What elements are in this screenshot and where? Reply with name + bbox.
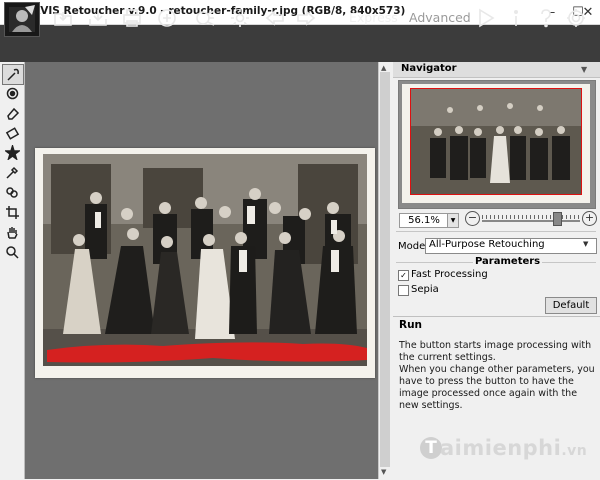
redo-icon[interactable]: [293, 5, 319, 31]
watermark: aimienphi.vn: [440, 436, 587, 460]
settings-icon[interactable]: [227, 5, 253, 31]
eyedropper-icon[interactable]: [2, 163, 22, 182]
crop-icon[interactable]: [2, 203, 22, 222]
share-icon[interactable]: [154, 5, 180, 31]
eraser-icon[interactable]: [2, 104, 22, 123]
star-icon[interactable]: [2, 143, 22, 162]
scroll-down-arrow-icon[interactable]: ▼: [381, 468, 386, 476]
fast-processing-label[interactable]: Fast Processing: [411, 269, 488, 280]
family-photo[interactable]: [43, 154, 367, 366]
default-button[interactable]: Default: [545, 297, 597, 314]
sepia-checkbox[interactable]: [398, 285, 409, 296]
navigator-title: Navigator: [401, 63, 457, 74]
collapse-icon[interactable]: ▼: [581, 65, 587, 74]
chevron-down-icon[interactable]: ▼: [583, 240, 588, 248]
zoom-icon[interactable]: [2, 243, 22, 262]
zoom-input[interactable]: 56.1%: [399, 213, 449, 228]
app-logo: [4, 2, 40, 37]
open-icon[interactable]: [50, 5, 76, 31]
zoom-slider-ticks: [482, 215, 580, 219]
scroll-up-arrow-icon[interactable]: ▲: [381, 64, 386, 72]
mode-select-value[interactable]: All-Purpose Retouching: [429, 239, 545, 250]
zoom-out-button[interactable]: −: [465, 211, 480, 226]
photo-frame: [35, 148, 375, 378]
magic-eraser-icon[interactable]: [2, 124, 22, 143]
color-picker-icon[interactable]: [2, 84, 22, 103]
help-text: The button starts image processing with …: [399, 340, 595, 411]
zoom-dropdown-icon[interactable]: ▼: [447, 213, 459, 228]
hand-icon[interactable]: [2, 223, 22, 242]
zoom-slider-track[interactable]: [482, 220, 580, 222]
print-icon[interactable]: [119, 5, 145, 31]
zoom-slider-handle[interactable]: [553, 212, 563, 226]
watermark-suffix: .vn: [561, 443, 588, 459]
run-icon[interactable]: [473, 5, 499, 31]
zoom-in-button[interactable]: +: [582, 211, 597, 226]
sepia-label[interactable]: Sepia: [411, 284, 439, 295]
advanced-mode-tab[interactable]: Advanced: [409, 10, 471, 25]
help-icon[interactable]: [533, 5, 559, 31]
undo-icon[interactable]: [262, 5, 288, 31]
chain-icon[interactable]: [2, 183, 22, 202]
express-mode-tab[interactable]: Express: [349, 10, 398, 25]
info-icon[interactable]: [503, 5, 529, 31]
help-title: Run: [399, 319, 423, 331]
save-icon[interactable]: [85, 5, 111, 31]
preferences-icon[interactable]: [563, 5, 589, 31]
parameters-title: Parameters: [473, 256, 543, 267]
divider: [396, 231, 596, 232]
navigator-view-rectangle[interactable]: [410, 88, 582, 195]
scrollbar-thumb[interactable]: [380, 72, 390, 467]
selection-brush-icon[interactable]: [2, 64, 24, 85]
watermark-text: aimienphi: [440, 436, 562, 460]
fast-processing-checkbox[interactable]: ✓: [398, 270, 409, 281]
batch-icon[interactable]: [192, 5, 218, 31]
watermark-logo: T: [420, 437, 442, 459]
